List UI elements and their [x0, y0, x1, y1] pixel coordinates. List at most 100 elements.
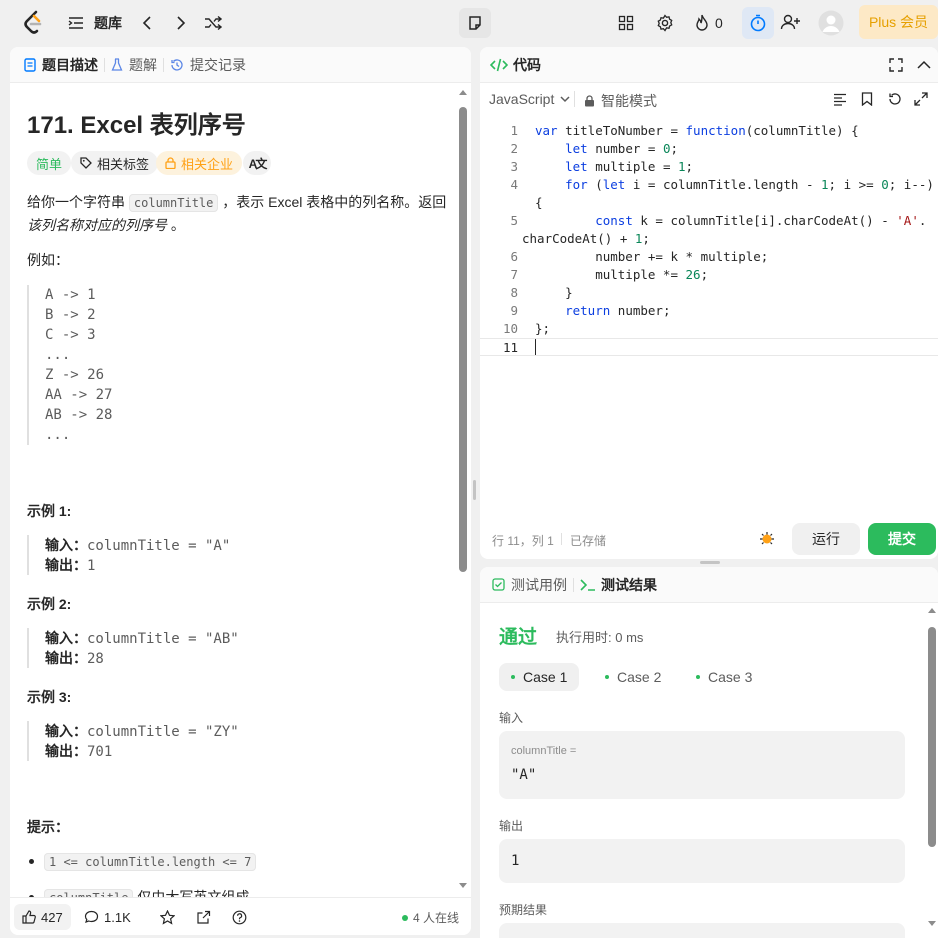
difficulty-badge: 简单	[27, 151, 72, 175]
line-number: 9	[510, 303, 518, 318]
help-icon[interactable]	[232, 910, 247, 925]
line-number: 7	[510, 267, 518, 282]
language-select[interactable]: JavaScript	[489, 91, 571, 107]
add-user-icon[interactable]	[780, 13, 802, 31]
note-button[interactable]	[459, 8, 491, 38]
mapping-block: A -> 1 B -> 2 C -> 3 ... Z -> 26 AA -> 2…	[27, 285, 112, 445]
example-2-block: 输入：columnTitle = "AB" 输出：28	[27, 628, 239, 668]
case-tab-3[interactable]: Case 3	[684, 663, 764, 691]
like-button[interactable]: 427	[14, 904, 71, 930]
code-line: {	[535, 195, 543, 210]
scroll-thumb[interactable]	[928, 627, 936, 847]
expected-box	[499, 923, 905, 938]
example-output: 701	[87, 744, 113, 760]
avatar[interactable]	[818, 10, 844, 36]
mapping-line: AB -> 28	[45, 407, 113, 423]
example-1-heading: 示例 1:	[27, 503, 72, 519]
output-label: 输出：	[45, 743, 87, 759]
top-bar: 题库 0 Plus 会员	[0, 0, 938, 46]
description-scrollbar[interactable]	[459, 89, 467, 889]
pass-dot	[696, 675, 700, 679]
statement-text: 给你一个字符串	[27, 194, 129, 210]
input-label: 输入：	[45, 630, 87, 646]
footer-divider	[561, 533, 562, 545]
submit-button[interactable]: 提交	[868, 523, 936, 555]
related-tags-chip[interactable]: 相关标签	[71, 151, 159, 175]
problem-bank-link[interactable]: 题库	[68, 12, 122, 34]
scroll-down-icon[interactable]	[459, 881, 467, 889]
run-button[interactable]: 运行	[792, 523, 860, 555]
tab-testcases[interactable]: 测试用例	[492, 575, 567, 595]
tab-divider	[573, 577, 574, 592]
logo-icon[interactable]	[22, 10, 44, 36]
code-editor[interactable]: 1 var titleToNumber = function(columnTitl…	[480, 122, 938, 502]
example-input: columnTitle = "ZY"	[87, 724, 239, 740]
debug-icon[interactable]	[759, 530, 775, 546]
smart-mode-toggle[interactable]: 智能模式	[584, 91, 657, 111]
results-tabbar: 测试用例 测试结果	[480, 567, 938, 603]
case-tab-2[interactable]: Case 2	[593, 663, 673, 691]
problem-bank-label: 题库	[94, 15, 122, 31]
plus-label: Plus 会员	[868, 14, 929, 30]
plus-member-button[interactable]: Plus 会员	[859, 5, 938, 39]
case-label: Case 2	[617, 669, 662, 685]
tab-testcases-label: 测试用例	[511, 576, 567, 593]
output-value: 1	[511, 853, 520, 869]
case-label: Case 1	[523, 669, 568, 685]
tab-testresults[interactable]: 测试结果	[580, 575, 657, 595]
output-box: 1	[499, 839, 905, 883]
results-scrollbar[interactable]	[928, 607, 936, 938]
shuffle-icon[interactable]	[204, 15, 222, 31]
streak-counter[interactable]: 0	[695, 13, 723, 33]
comment-icon	[84, 910, 99, 923]
scroll-down-icon[interactable]	[928, 919, 936, 927]
code-icon	[490, 58, 508, 71]
scroll-thumb[interactable]	[459, 107, 467, 572]
example-3-block: 输入：columnTitle = "ZY" 输出：701	[27, 721, 239, 761]
bookmark-icon[interactable]	[861, 92, 873, 106]
format-icon[interactable]	[833, 93, 847, 106]
example-1-block: 输入：columnTitle = "A" 输出：1	[27, 535, 230, 575]
tab-code[interactable]: 代码	[490, 55, 541, 75]
problem-statement: 给你一个字符串 columnTitle ，表示 Excel 表格中的列名称。返回…	[27, 191, 447, 236]
terminal-icon	[580, 578, 595, 591]
grid-icon[interactable]	[618, 15, 634, 31]
chevron-down-icon	[560, 96, 570, 103]
scroll-up-icon[interactable]	[459, 89, 467, 97]
related-companies-chip[interactable]: 相关企业	[156, 151, 243, 175]
case-tab-1[interactable]: Case 1	[499, 663, 580, 691]
gear-icon[interactable]	[656, 14, 674, 32]
run-label: 运行	[812, 531, 840, 547]
expand-icon[interactable]	[914, 92, 928, 106]
timer-button[interactable]	[742, 7, 774, 39]
input-heading: 输入	[499, 711, 524, 725]
star-icon[interactable]	[160, 910, 175, 925]
tab-submissions[interactable]: 提交记录	[170, 55, 246, 75]
line-number: 2	[510, 141, 518, 156]
history-icon	[171, 58, 183, 71]
smart-mode-label: 智能模式	[601, 93, 657, 109]
tab-solution-label: 题解	[129, 56, 157, 73]
comments-button[interactable]: 1.1K	[84, 904, 131, 930]
lock-icon	[165, 157, 176, 169]
statement-text: 。	[167, 217, 185, 233]
editor-footer: 行 11，列 1 已存储 运行 提交	[480, 515, 938, 559]
scroll-up-icon[interactable]	[928, 607, 936, 615]
panel-resize-handle[interactable]	[700, 561, 720, 564]
save-status: 已存储	[570, 534, 607, 548]
tab-solution[interactable]: 题解	[111, 55, 157, 75]
fire-icon	[696, 14, 708, 31]
vertical-resize-handle[interactable]	[473, 480, 476, 500]
toolbar-divider	[574, 91, 575, 107]
like-count: 427	[41, 909, 63, 925]
fullscreen-icon[interactable]	[889, 58, 903, 72]
reset-icon[interactable]	[888, 92, 902, 106]
collapse-icon[interactable]	[917, 59, 931, 71]
chevron-right-icon[interactable]	[174, 15, 188, 31]
translate-chip[interactable]: A文	[243, 151, 271, 175]
share-icon[interactable]	[196, 910, 211, 925]
tab-description[interactable]: 题目描述	[24, 55, 98, 75]
chevron-left-icon[interactable]	[140, 15, 154, 31]
editor-toolbar: JavaScript 智能模式	[480, 83, 938, 115]
flask-icon	[111, 57, 123, 71]
